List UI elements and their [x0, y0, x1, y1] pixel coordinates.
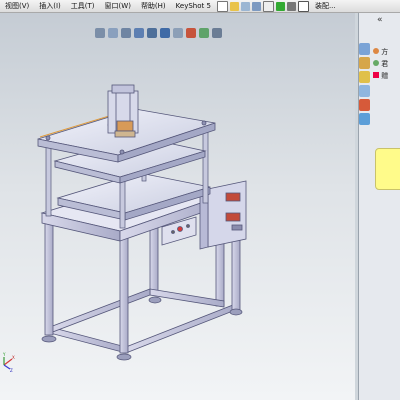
- print-icon[interactable]: [240, 1, 250, 11]
- task-pane-tabs: [359, 43, 371, 127]
- options-icon[interactable]: [286, 1, 296, 11]
- window-icon[interactable]: [297, 0, 309, 12]
- resources-tab-icon[interactable]: [359, 43, 370, 55]
- graphics-viewport[interactable]: X Y Z: [0, 13, 355, 400]
- air-cylinder: [107, 84, 139, 138]
- preview-swatch: [375, 148, 400, 190]
- custom-properties-tab-icon[interactable]: [359, 113, 370, 125]
- select-arrow-icon[interactable]: [262, 0, 274, 12]
- open-folder-icon[interactable]: [229, 1, 239, 11]
- menu-bar: 视图(V) 插入(I) 工具(T) 窗口(W) 帮助(H) KeyShot 5 …: [0, 0, 400, 13]
- tree-item-2[interactable]: 君: [373, 59, 388, 69]
- appearance-sphere-icon: [373, 48, 379, 54]
- menu-help[interactable]: 帮助(H): [136, 0, 171, 12]
- tree-item-3[interactable]: 赠: [373, 71, 388, 81]
- appearances-tab-icon[interactable]: [359, 99, 370, 111]
- menu-view[interactable]: 视图(V): [0, 0, 34, 12]
- leveling-feet: [41, 296, 243, 361]
- triad-y-label: Y: [2, 352, 6, 357]
- task-pane: « 方 君 赠: [358, 13, 400, 400]
- triad-x-label: X: [12, 355, 15, 360]
- menu-assembly[interactable]: 装配...: [310, 0, 341, 12]
- tree-item-1[interactable]: 方: [373, 47, 388, 57]
- menu-tools[interactable]: 工具(T): [66, 0, 100, 12]
- triad-z-label: Z: [10, 368, 13, 373]
- coordinate-triad: X Y Z: [2, 352, 15, 373]
- menu-keyshot[interactable]: KeyShot 5: [171, 0, 216, 12]
- file-explorer-tab-icon[interactable]: [359, 71, 370, 83]
- decal-icon: [373, 72, 379, 78]
- new-file-icon[interactable]: [216, 0, 228, 12]
- menu-window[interactable]: 窗口(W): [100, 0, 136, 12]
- undo-icon[interactable]: [251, 1, 261, 11]
- collapse-button[interactable]: «: [377, 15, 383, 25]
- menu-insert[interactable]: 插入(I): [34, 0, 66, 12]
- scene-sphere-icon: [373, 60, 379, 66]
- press-machine-model: X Y Z: [2, 84, 247, 373]
- traffic-light-icon[interactable]: [275, 1, 285, 11]
- view-palette-tab-icon[interactable]: [359, 85, 370, 97]
- design-library-tab-icon[interactable]: [359, 57, 370, 69]
